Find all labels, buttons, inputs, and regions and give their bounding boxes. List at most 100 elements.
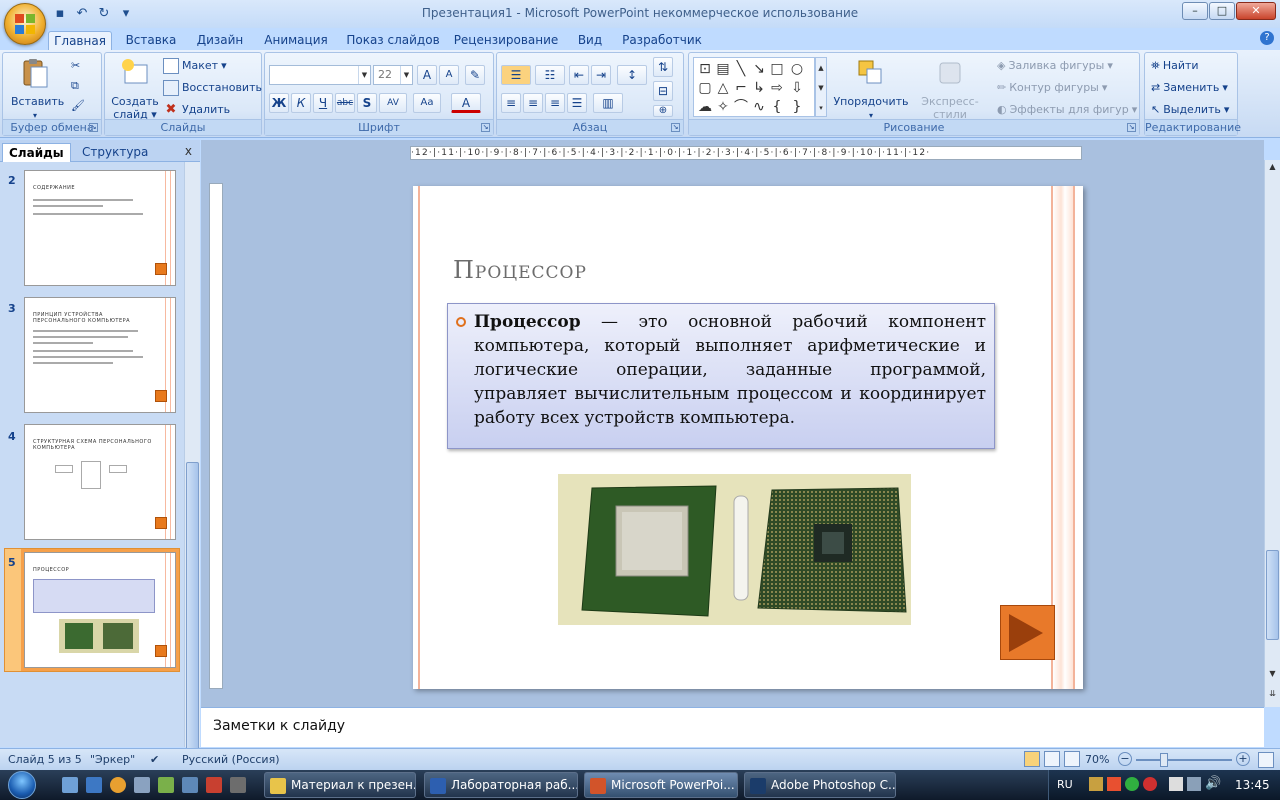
show-desktop-icon[interactable] <box>62 777 78 793</box>
cut-icon[interactable]: ✂ <box>71 57 80 75</box>
tray-icon-1[interactable] <box>1089 777 1103 791</box>
delete-slide-button[interactable]: ✖ Удалить <box>163 101 231 119</box>
decrease-indent-icon[interactable]: ⇤ <box>569 65 589 85</box>
font-color-icon[interactable]: A <box>451 93 481 113</box>
slide-thumbnail-4[interactable]: СТРУКТУРНАЯ СХЕМА ПЕРСОНАЛЬНОГО КОМПЬЮТЕ… <box>24 424 176 540</box>
layout-button[interactable]: Макет ▾ <box>163 57 227 75</box>
editor-scroll-thumb[interactable] <box>1266 550 1279 640</box>
copy-icon[interactable]: ⧉ <box>71 77 79 95</box>
normal-view-icon[interactable] <box>1024 751 1040 767</box>
paste-button[interactable]: Вставить ▾ <box>11 57 64 122</box>
editor-scrollbar[interactable]: ▲ ▼ ⇊ <box>1264 160 1280 707</box>
help-icon[interactable]: ? <box>1260 31 1274 45</box>
tab-view[interactable]: Вид <box>570 31 610 50</box>
new-slide-button[interactable]: Создать слайд ▾ <box>109 57 161 121</box>
zoom-level[interactable]: 70% <box>1085 753 1109 766</box>
elbow-arrow-icon[interactable]: ↳ <box>750 79 768 97</box>
strikethrough-icon[interactable]: abc <box>335 93 355 113</box>
shrink-font-icon[interactable]: A <box>439 65 459 85</box>
app-icon[interactable] <box>134 777 150 793</box>
arc-icon[interactable]: ⌒ <box>732 98 750 116</box>
grow-font-icon[interactable]: A <box>417 65 437 85</box>
zoom-in-icon[interactable]: + <box>1236 752 1250 766</box>
right-brace-icon[interactable]: } <box>788 98 806 116</box>
processor-photo[interactable] <box>558 474 911 625</box>
app2-icon[interactable] <box>158 777 174 793</box>
select-button[interactable]: ↖ Выделить ▾ <box>1151 101 1229 119</box>
slideshow-view-icon[interactable] <box>1064 751 1080 767</box>
textbox-shape-icon[interactable]: ⊡ <box>696 60 714 78</box>
text-direction-icon[interactable]: ⇅ <box>653 57 673 77</box>
tab-developer[interactable]: Разработчик <box>618 31 706 50</box>
scroll-up-icon[interactable]: ▲ <box>1266 162 1279 176</box>
arrow-line-icon[interactable]: ↘ <box>750 60 768 78</box>
tray-icon-3[interactable] <box>1125 777 1139 791</box>
triangle-shape-icon[interactable]: △ <box>714 79 732 97</box>
slide-thumbnail-2[interactable]: СОДЕРЖАНИЕ <box>24 170 176 286</box>
tab-slideshow[interactable]: Показ слайдов <box>344 31 442 50</box>
volume-icon[interactable]: 🔊 <box>1205 776 1221 791</box>
browser-icon[interactable] <box>110 777 126 793</box>
tab-slides-panel[interactable]: Слайды <box>2 143 71 162</box>
next-slide-action-button[interactable] <box>1000 605 1055 660</box>
underline-icon[interactable]: Ч <box>313 93 333 113</box>
drawing-launcher-icon[interactable]: ↘ <box>1127 123 1136 132</box>
taskbar-item-powerpoint[interactable]: Microsoft PowerPoi... <box>584 772 738 798</box>
freeform-icon[interactable]: ✧ <box>714 98 732 116</box>
language-indicator[interactable]: RU <box>1057 778 1073 791</box>
shape-fill-button[interactable]: ◈ Заливка фигуры ▾ <box>997 57 1113 75</box>
clock[interactable]: 13:45 <box>1235 778 1270 792</box>
app4-icon[interactable] <box>230 777 246 793</box>
slide-thumbnail-3[interactable]: ПРИНЦИП УСТРОЙСТВА ПЕРСОНАЛЬНОГО КОМПЬЮТ… <box>24 297 176 413</box>
current-slide[interactable]: Процессор Процессор — это основной рабоч… <box>413 186 1083 689</box>
tab-review[interactable]: Рецензирование <box>452 31 560 50</box>
next-slide-icon[interactable]: ⇊ <box>1266 689 1279 703</box>
office-button[interactable] <box>4 3 46 45</box>
clear-format-icon[interactable]: ✎ <box>465 65 485 85</box>
scroll-down-icon[interactable]: ▼ <box>1266 669 1279 683</box>
line-spacing-icon[interactable]: ↕ <box>617 65 647 85</box>
slide-title[interactable]: Процессор <box>453 256 587 284</box>
tab-animation[interactable]: Анимация <box>258 31 334 50</box>
maximize-button[interactable]: □ <box>1209 2 1235 20</box>
minimize-button[interactable]: – <box>1182 2 1208 20</box>
shape-outline-button[interactable]: ✏ Контур фигуры ▾ <box>997 79 1107 97</box>
right-arrow-icon[interactable]: ⇨ <box>768 79 786 97</box>
tray-icon-5[interactable] <box>1169 777 1183 791</box>
zoom-slider[interactable] <box>1136 759 1232 761</box>
font-launcher-icon[interactable]: ↘ <box>481 123 490 132</box>
oval-shape-icon[interactable]: ○ <box>788 60 806 78</box>
zoom-out-icon[interactable]: − <box>1118 752 1132 766</box>
columns-icon[interactable]: ▥ <box>593 93 623 113</box>
tab-design[interactable]: Дизайн <box>192 31 248 50</box>
language-status[interactable]: Русский (Россия) <box>182 753 280 766</box>
increase-indent-icon[interactable]: ⇥ <box>591 65 611 85</box>
slide-thumbnail-5[interactable]: ПРОЦЕССОР <box>21 549 179 671</box>
fit-to-window-icon[interactable] <box>1258 752 1274 768</box>
panel-scroll-thumb[interactable] <box>186 462 199 752</box>
opera-icon[interactable] <box>206 777 222 793</box>
vertical-textbox-icon[interactable]: ▤ <box>714 60 732 78</box>
clipboard-launcher-icon[interactable]: ↘ <box>89 123 98 132</box>
font-size-combo[interactable]: 22 ▼ <box>373 65 413 85</box>
spacing-icon[interactable]: AV <box>379 93 407 113</box>
tab-insert[interactable]: Вставка <box>120 31 182 50</box>
tab-outline-panel[interactable]: Структура <box>76 143 154 162</box>
font-name-combo[interactable]: ▼ <box>269 65 371 85</box>
cloud-shape-icon[interactable]: ☁ <box>696 98 714 116</box>
curve-icon[interactable]: ∿ <box>750 98 768 116</box>
panel-scrollbar[interactable] <box>184 162 200 752</box>
shapes-scroll[interactable]: ▲ ▼ ▾ <box>815 57 827 117</box>
rounded-rect-icon[interactable]: ▢ <box>696 79 714 97</box>
paragraph-launcher-icon[interactable]: ↘ <box>671 123 680 132</box>
taskbar-item-lab[interactable]: Лабораторная раб... <box>424 772 578 798</box>
tray-icon-4[interactable] <box>1143 777 1157 791</box>
taskbar-item-material[interactable]: Материал к презен... <box>264 772 416 798</box>
app3-icon[interactable] <box>182 777 198 793</box>
network-icon[interactable] <box>1187 777 1201 791</box>
explorer-icon[interactable] <box>86 777 102 793</box>
slide-body-text[interactable]: Процессор — это основной рабочий компоне… <box>447 303 995 449</box>
replace-button[interactable]: ⇄ Заменить ▾ <box>1151 79 1228 97</box>
align-right-icon[interactable]: ≡ <box>545 93 565 113</box>
numbering-icon[interactable]: ☷ <box>535 65 565 85</box>
